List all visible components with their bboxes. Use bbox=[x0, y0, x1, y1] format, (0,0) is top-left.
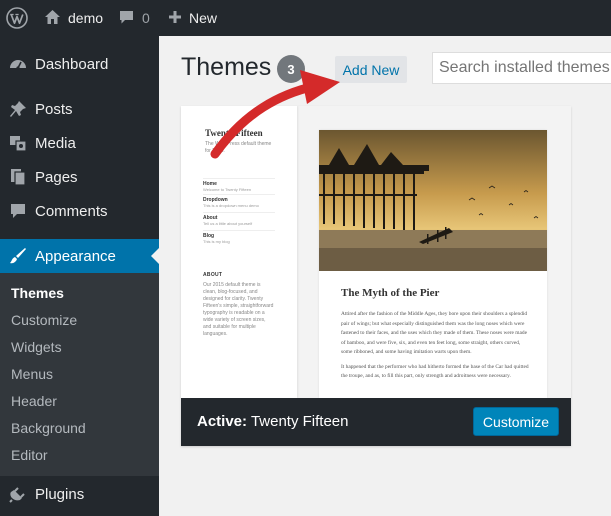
comment-icon bbox=[118, 9, 135, 28]
submenu-item-header[interactable]: Header bbox=[11, 393, 57, 409]
screenshot-post-title: The Myth of the Pier bbox=[341, 287, 440, 299]
theme-card-twenty-fifteen[interactable]: Twenty Fifteen The WordPress default the… bbox=[181, 106, 571, 446]
pier-photo bbox=[319, 130, 547, 271]
screenshot-post-paragraph: Attired after the fashion of the Middle … bbox=[341, 311, 528, 355]
screenshot-post-body: Attired after the fashion of the Middle … bbox=[341, 310, 529, 387]
admin-sidebar: Dashboard Posts Media Pages Comments App… bbox=[0, 36, 159, 516]
sidebar-item-plugins[interactable]: Plugins bbox=[0, 477, 159, 511]
appearance-submenu: Themes Customize Widgets Menus Header Ba… bbox=[0, 273, 159, 476]
screenshot-about-title: ABOUT bbox=[203, 272, 223, 278]
new-content-link[interactable]: New bbox=[168, 0, 217, 36]
theme-footer: Active: Twenty Fifteen Customize bbox=[181, 398, 571, 446]
screenshot-tagline: The WordPress default theme for 2015. bbox=[205, 141, 272, 154]
media-icon bbox=[8, 133, 28, 153]
screenshot-sidebar: Twenty Fifteen The WordPress default the… bbox=[181, 106, 297, 398]
screenshot-about-text: Our 2015 default theme is clean, blog-fo… bbox=[203, 282, 274, 337]
plus-icon bbox=[168, 10, 182, 27]
sidebar-item-label: Dashboard bbox=[35, 55, 109, 73]
comments-link[interactable]: 0 bbox=[118, 0, 150, 36]
customize-button[interactable]: Customize bbox=[473, 407, 559, 436]
sidebar-item-dashboard[interactable]: Dashboard bbox=[0, 47, 159, 81]
site-name-label: demo bbox=[68, 10, 104, 26]
screenshot-nav-desc: This is my blog bbox=[203, 239, 230, 244]
submenu-item-editor[interactable]: Editor bbox=[11, 447, 48, 463]
sidebar-item-label: Posts bbox=[35, 100, 73, 118]
sidebar-item-appearance[interactable]: Appearance bbox=[0, 239, 159, 273]
theme-count-badge: 3 bbox=[277, 55, 305, 83]
screenshot-nav-item: About Tell us a little about yourself bbox=[203, 212, 275, 226]
theme-screenshot[interactable]: Twenty Fifteen The WordPress default the… bbox=[181, 106, 571, 398]
active-theme-label: Active: Twenty Fifteen bbox=[197, 413, 348, 430]
screenshot-article: The Myth of the Pier Attired after the f… bbox=[319, 130, 547, 398]
comments-count: 0 bbox=[142, 10, 150, 26]
plugin-icon bbox=[8, 484, 28, 504]
dashboard-icon bbox=[8, 54, 28, 74]
submenu-item-themes[interactable]: Themes bbox=[11, 285, 64, 301]
submenu-item-widgets[interactable]: Widgets bbox=[11, 339, 62, 355]
submenu-item-background[interactable]: Background bbox=[11, 420, 86, 436]
submenu-item-menus[interactable]: Menus bbox=[11, 366, 53, 382]
admin-bar: demo 0 New bbox=[0, 0, 611, 36]
pin-icon bbox=[8, 99, 28, 119]
brush-icon bbox=[8, 246, 28, 266]
new-label: New bbox=[189, 10, 218, 26]
submenu-item-customize[interactable]: Customize bbox=[11, 312, 77, 328]
sidebar-item-label: Comments bbox=[35, 202, 108, 220]
sidebar-item-comments[interactable]: Comments bbox=[0, 194, 159, 228]
pages-icon bbox=[8, 167, 28, 187]
screenshot-post-paragraph: It happened that the performer who had h… bbox=[341, 363, 529, 380]
screenshot-nav-item: Blog This is my blog bbox=[203, 230, 275, 244]
sidebar-item-pages[interactable]: Pages bbox=[0, 160, 159, 194]
screenshot-nav-desc: Tell us a little about yourself bbox=[203, 221, 253, 226]
search-themes-input[interactable] bbox=[432, 52, 611, 84]
sidebar-item-media[interactable]: Media bbox=[0, 126, 159, 160]
page-title: Themes bbox=[181, 53, 272, 81]
sidebar-item-label: Plugins bbox=[35, 485, 85, 503]
active-theme-name: Twenty Fifteen bbox=[250, 413, 349, 430]
add-new-button[interactable]: Add New bbox=[335, 56, 407, 83]
sidebar-item-label: Media bbox=[35, 134, 76, 152]
sidebar-item-label: Pages bbox=[35, 168, 78, 186]
site-name-link[interactable]: demo bbox=[44, 0, 103, 36]
screenshot-nav-desc: Welcome to Twenty Fifteen bbox=[203, 187, 252, 192]
screenshot-nav-item: Dropdown This is a dropdown menu demo bbox=[203, 194, 275, 208]
wordpress-logo-icon[interactable] bbox=[6, 0, 28, 36]
active-prefix: Active: bbox=[197, 413, 248, 430]
comment-icon bbox=[8, 201, 28, 221]
screenshot-site-title: Twenty Fifteen bbox=[205, 128, 263, 138]
screenshot-nav-desc: This is a dropdown menu demo bbox=[203, 203, 259, 208]
sidebar-item-posts[interactable]: Posts bbox=[0, 92, 159, 126]
home-icon bbox=[44, 9, 61, 28]
screenshot-nav-item: Home Welcome to Twenty Fifteen bbox=[203, 178, 275, 192]
sidebar-item-label: Appearance bbox=[35, 247, 116, 265]
